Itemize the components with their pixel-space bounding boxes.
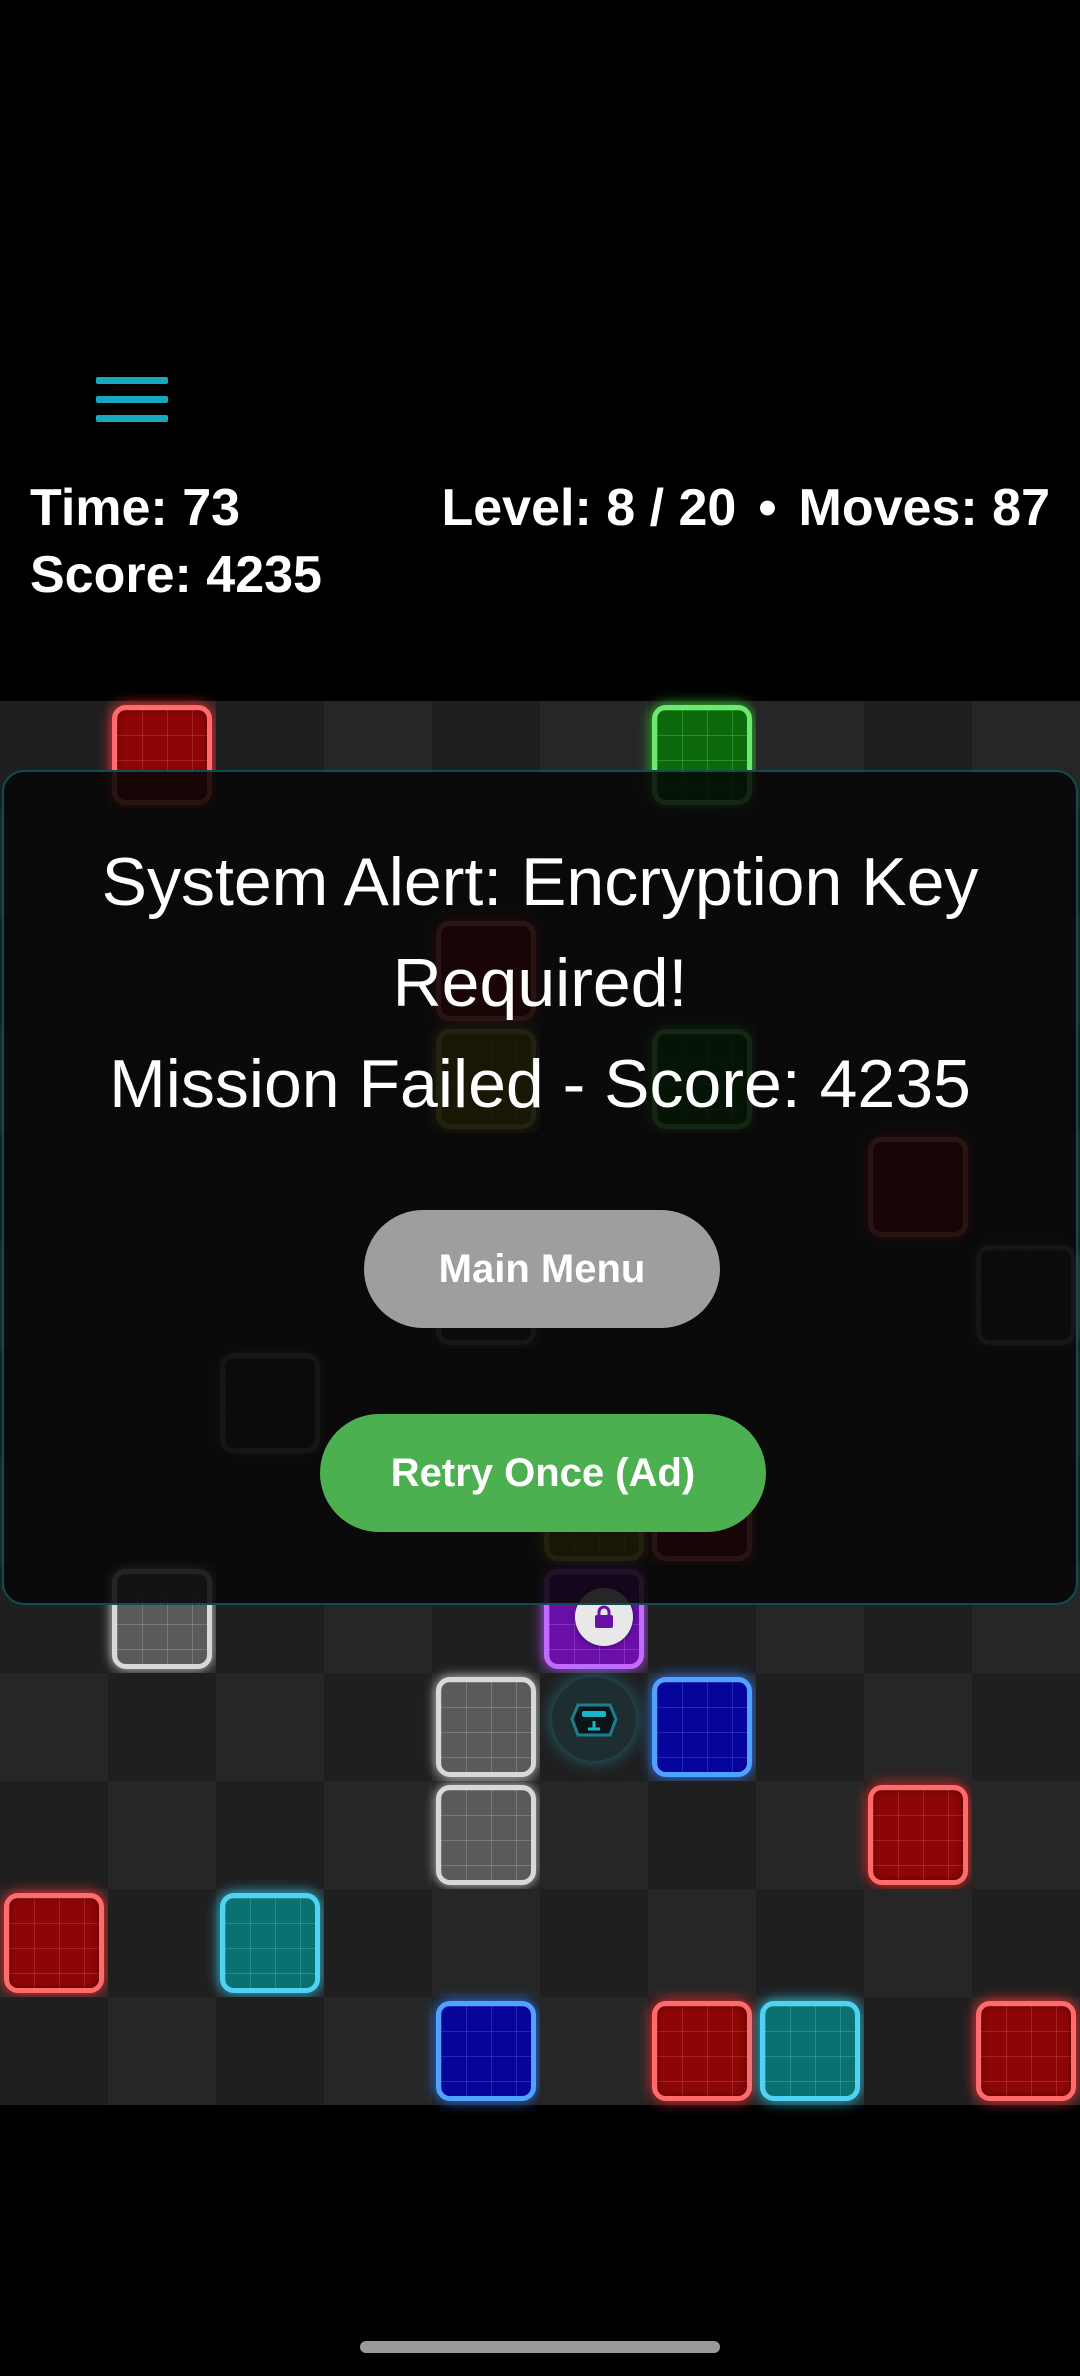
home-indicator[interactable] — [360, 2341, 720, 2353]
board-cell[interactable] — [108, 1889, 216, 1997]
gray-block-tile[interactable] — [436, 1677, 536, 1777]
menu-button[interactable] — [90, 372, 174, 428]
board-cell[interactable] — [216, 1997, 324, 2105]
score-readout: Score: 4235 — [30, 546, 322, 604]
board-cell[interactable] — [432, 1997, 540, 2105]
board-cell[interactable] — [648, 1781, 756, 1889]
board-cell[interactable] — [540, 1781, 648, 1889]
board-cell[interactable] — [324, 1673, 432, 1781]
board-cell[interactable] — [864, 1889, 972, 1997]
main-menu-button[interactable]: Main Menu — [364, 1210, 720, 1328]
board-cell[interactable] — [216, 1781, 324, 1889]
board-cell[interactable] — [324, 1889, 432, 1997]
board-cell[interactable] — [108, 1673, 216, 1781]
teal-block-tile[interactable] — [760, 2001, 860, 2101]
board-cell[interactable] — [432, 1781, 540, 1889]
mission-failed-score: Mission Failed - Score: 4235 — [109, 1046, 971, 1122]
board-cell[interactable] — [864, 1997, 972, 2105]
robot-icon[interactable] — [552, 1677, 636, 1761]
board-cell[interactable] — [756, 1781, 864, 1889]
separator-dot: • — [758, 479, 777, 537]
board-cell[interactable] — [324, 1997, 432, 2105]
board-cell[interactable] — [648, 1673, 756, 1781]
board-cell[interactable] — [864, 1673, 972, 1781]
alert-title-line1: System Alert: Encryption Key — [101, 844, 979, 920]
board-cell[interactable] — [108, 1997, 216, 2105]
board-cell[interactable] — [756, 1889, 864, 1997]
board-cell[interactable] — [0, 1889, 108, 1997]
teal-block-tile[interactable] — [220, 1893, 320, 1993]
moves-readout: Moves: 87 — [798, 479, 1050, 537]
board-cell[interactable] — [972, 1889, 1080, 1997]
red-block-tile[interactable] — [4, 1893, 104, 1993]
board-cell[interactable] — [216, 1889, 324, 1997]
board-cell[interactable] — [540, 1673, 648, 1781]
board-cell[interactable] — [756, 1997, 864, 2105]
red-block-tile[interactable] — [652, 2001, 752, 2101]
blue-block-tile[interactable] — [652, 1677, 752, 1777]
board-cell[interactable] — [108, 1781, 216, 1889]
menu-bar-icon — [96, 377, 168, 384]
retry-ad-button[interactable]: Retry Once (Ad) — [320, 1414, 766, 1532]
board-cell[interactable] — [972, 1673, 1080, 1781]
menu-bar-icon — [96, 415, 168, 422]
board-cell[interactable] — [0, 1781, 108, 1889]
menu-bar-icon — [96, 396, 168, 403]
blue-block-tile[interactable] — [436, 2001, 536, 2101]
gray-block-tile[interactable] — [436, 1785, 536, 1885]
board-cell[interactable] — [0, 1997, 108, 2105]
mission-failed-dialog: System Alert: Encryption Key Required! M… — [2, 770, 1078, 1605]
board-cell[interactable] — [972, 1781, 1080, 1889]
board-cell[interactable] — [540, 1889, 648, 1997]
red-block-tile[interactable] — [868, 1785, 968, 1885]
board-cell[interactable] — [648, 1997, 756, 2105]
time-readout: Time: 73 — [30, 479, 241, 537]
level-moves-readout: Level: 8 / 20 • Moves: 87 — [441, 478, 1050, 538]
alert-title-line2: Required! — [392, 945, 688, 1021]
board-cell[interactable] — [540, 1997, 648, 2105]
red-block-tile[interactable] — [976, 2001, 1076, 2101]
board-cell[interactable] — [864, 1781, 972, 1889]
level-readout: Level: 8 / 20 — [441, 479, 737, 537]
board-cell[interactable] — [216, 1673, 324, 1781]
board-cell[interactable] — [432, 1889, 540, 1997]
board-cell[interactable] — [972, 1997, 1080, 2105]
board-cell[interactable] — [756, 1673, 864, 1781]
board-cell[interactable] — [648, 1889, 756, 1997]
board-cell[interactable] — [0, 1673, 108, 1781]
board-cell[interactable] — [432, 1673, 540, 1781]
board-cell[interactable] — [324, 1781, 432, 1889]
